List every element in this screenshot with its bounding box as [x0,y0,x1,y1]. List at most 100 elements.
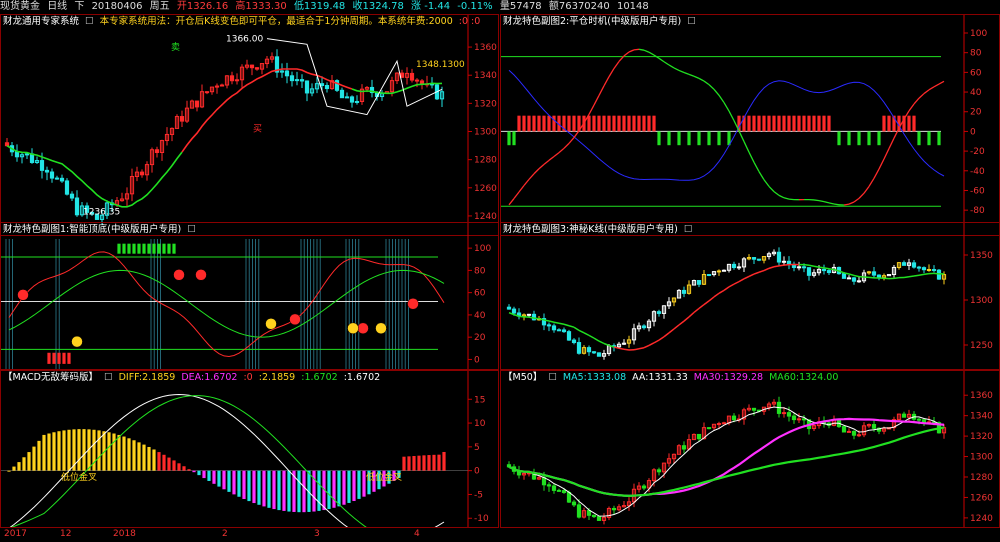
y-tick-label: 1300 [970,453,993,463]
sub3-candle-body [576,342,582,354]
macd-bar [57,431,61,471]
candle-body [254,67,260,70]
ma-candle-body [916,418,922,421]
ma-candle-body [696,433,702,440]
bottom-zone-bar [47,352,51,364]
candle-body [69,193,75,199]
square-icon[interactable]: ☐ [187,224,196,235]
y-tick-label: -5 [474,490,483,500]
sub3-trend-segment [908,275,915,278]
signal-bar [822,115,826,132]
macd-bar [32,446,36,471]
signal-bar [607,115,611,132]
square-icon[interactable]: ☐ [687,16,696,27]
candle-body [139,171,145,176]
date-axis: 2017 12 2018 2 3 4 [0,528,1000,542]
high-label: 1366.00 [226,35,263,45]
candle-body [409,72,415,81]
signal-bar [667,131,671,146]
square-icon[interactable]: ☐ [85,16,94,27]
trend-line-green [6,145,183,208]
y-tick-label: 1320 [474,99,497,109]
exit-timing-panel[interactable]: 财龙特色副图2:平仓时机(中级版用户专用) ☐ 100 80 60 40 20 0 -20 -… [500,14,1000,236]
signal-bar [532,115,536,132]
macd-bar [97,430,101,471]
macd-bar [417,455,421,471]
macd-bar [167,457,171,471]
macd-v2-text: :2.1859 [258,372,296,383]
osc-segment [923,89,930,95]
signal-bar [882,115,886,132]
y-tick-label: 1260 [970,493,993,503]
bottom-zone-bar [67,352,71,364]
osc-segment [773,191,780,196]
macd-bar [327,470,331,510]
macd-bar [242,470,246,500]
sub3-candle-body [716,270,722,273]
osc-segment [608,68,615,78]
sub3-trend-segment [758,269,765,273]
signal-bar [857,131,861,146]
top-bottom-panel[interactable]: 财龙特色副图1:智能顶底(中级版用户专用) ☐ 100 80 60 40 20 0 [0,222,499,370]
osc-segment [813,199,820,202]
osc-segment [658,57,665,63]
macd-bar [152,449,156,471]
macd-bar [157,452,161,471]
mystery-kline-panel[interactable]: 财龙特色副图3:神秘K线(中级版用户专用) ☐ 1350 1300 1250 [500,222,1000,370]
symbol-name[interactable]: 现货黄金 [0,1,40,12]
macd-bar [47,433,51,471]
macd-bar [427,455,431,471]
osc-segment [558,147,565,154]
osc-segment [623,51,630,57]
sub3-candle-body [596,352,602,357]
ma-candle-body [901,413,907,418]
ma-candle-body [731,415,737,421]
signal-bar [547,115,551,132]
open-value: 开1326.16 [176,1,229,12]
osc-segment [663,61,670,66]
macd-bar [442,451,446,471]
y-tick-label: 20 [970,108,982,118]
ma-chart: 1360 1340 1320 1300 1280 1260 1240 [506,371,993,527]
bottom-zone-bar [57,352,61,364]
sub3-trend-segment [518,315,525,318]
y-tick-label: 1360 [970,391,993,401]
signal-bar [792,115,796,132]
close-value: 收1324.78 [352,1,404,12]
candle-body [249,64,255,69]
macd-panel[interactable]: 【MACD无敌筹码版】 ☐ DIFF:2.1859 DEA:1.6702 :0 … [0,370,499,528]
osc-segment [718,94,725,103]
macd-bar [52,432,56,471]
macd-bar [27,452,31,471]
osc-segment [753,162,760,172]
sub3-trend-segment [853,274,860,278]
square-icon[interactable]: ☐ [548,372,557,383]
x-label-12: 12 [60,529,72,539]
signal-bar [687,131,691,146]
ma-candle-body [921,419,927,423]
osc-segment [603,76,610,87]
signal-bar [767,115,771,132]
y-tick-label: 0 [474,467,480,477]
sub3-trend-segment [548,320,555,323]
macd-bar [207,470,211,481]
candle-body [14,151,20,158]
square-icon[interactable]: ☐ [104,372,113,383]
main-chart-panel[interactable]: 财龙通用专家系统 ☐ 本专家系统用法：开仓后K线变色即可平仓，最适合于1分钟周期… [0,14,499,236]
y-tick-label: 1350 [970,251,993,261]
osc-segment [683,71,690,76]
macd-v4-text: :1.6702 [343,372,381,383]
ma-panel[interactable]: 【M50】 ☐ MA5:1333.08 AA:1331.33 MA30:1329… [500,370,1000,528]
osc-segment [883,148,890,160]
top-zone-bar [172,243,176,254]
period-label[interactable]: 日线 [47,1,67,12]
macd-bar [412,455,416,471]
osc-segment [648,51,655,56]
top-bottom-chart: 100 80 60 40 20 0 [1,223,491,369]
osc-segment [588,104,595,115]
weekday-value: 周五 [149,1,170,12]
square-icon[interactable]: ☐ [684,224,693,235]
macd-bar [267,470,271,508]
main-desc-text: 本专家系统用法：开仓后K线变色即可平仓，最适合于1分钟周期。本系统年费:2000 [99,16,453,27]
sub1-title-text: 财龙特色副图1:智能顶底(中级版用户专用) [3,224,182,235]
